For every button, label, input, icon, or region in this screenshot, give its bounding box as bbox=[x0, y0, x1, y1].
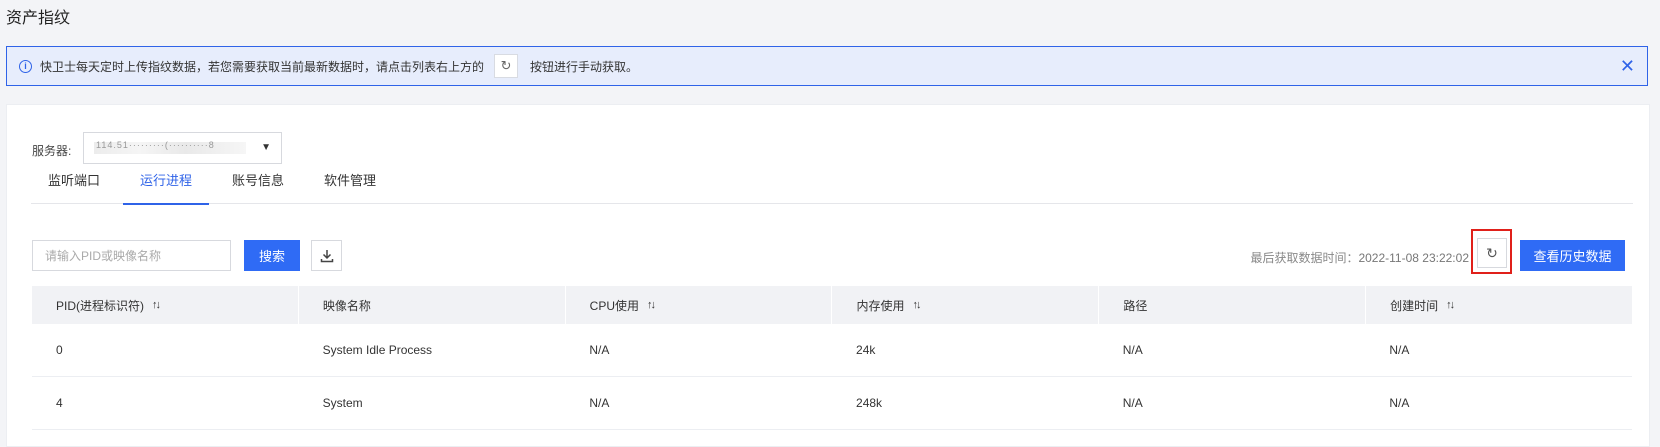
tab-listening-ports[interactable]: 监听端口 bbox=[31, 168, 117, 204]
cell-cpu: N/A bbox=[589, 396, 610, 410]
process-table: PID(进程标识符) ↑↓ 映像名称 CPU使用 ↑↓ 内存使用 ↑↓ 路径 创建时间… bbox=[32, 286, 1632, 430]
table-header: PID(进程标识符) ↑↓ 映像名称 CPU使用 ↑↓ 内存使用 ↑↓ 路径 创建时间… bbox=[32, 286, 1632, 324]
refresh-icon: ↻ bbox=[1486, 244, 1498, 261]
tab-running-processes[interactable]: 运行进程 bbox=[123, 168, 210, 205]
cell-image-name: System Idle Process bbox=[322, 343, 433, 357]
page-title: 资产指纹 bbox=[6, 10, 71, 27]
cell-pid: 0 bbox=[56, 343, 63, 357]
cell-path: N/A bbox=[1122, 396, 1143, 410]
refresh-highlight: ↻ bbox=[1471, 229, 1512, 274]
column-header-memory[interactable]: 内存使用 ↑↓ bbox=[832, 286, 1100, 324]
notice-text-before: 快卫士每天定时上传指纹数据，若您需要获取当前最新数据时，请点击列表右上方的 bbox=[40, 59, 485, 74]
cell-image-name: System bbox=[322, 396, 363, 410]
download-button[interactable] bbox=[311, 240, 342, 271]
refresh-button[interactable]: ↻ bbox=[1477, 238, 1507, 268]
cell-pid: 4 bbox=[56, 396, 63, 410]
main-card: 服务器: 114.51·········(··········8 ▼ 监听端口 … bbox=[6, 104, 1650, 447]
search-input[interactable] bbox=[32, 240, 231, 271]
cell-path: N/A bbox=[1122, 343, 1143, 357]
cell-cpu: N/A bbox=[589, 343, 610, 357]
column-header-image-name: 映像名称 bbox=[299, 286, 566, 324]
server-label: 服务器: bbox=[32, 144, 72, 158]
cell-created-time: N/A bbox=[1389, 343, 1410, 357]
download-icon bbox=[320, 249, 333, 262]
search-button[interactable]: 搜索 bbox=[244, 240, 300, 271]
column-header-path: 路径 bbox=[1099, 286, 1367, 324]
tab-account-info[interactable]: 账号信息 bbox=[215, 168, 301, 204]
column-header-pid[interactable]: PID(进程标识符) ↑↓ bbox=[32, 286, 299, 324]
notice-text-after: 按钮进行手动获取。 bbox=[530, 59, 639, 74]
info-notice: i 快卫士每天定时上传指纹数据，若您需要获取当前最新数据时，请点击列表右上方的 … bbox=[6, 46, 1648, 86]
sort-icon[interactable]: ↑↓ bbox=[913, 299, 922, 311]
cell-memory: 24k bbox=[856, 343, 876, 357]
sort-icon[interactable]: ↑↓ bbox=[647, 299, 656, 311]
cell-created-time: N/A bbox=[1389, 396, 1410, 410]
cell-memory: 248k bbox=[856, 396, 883, 410]
table-row: 4 System N/A 248k N/A N/A bbox=[32, 377, 1632, 430]
info-icon: i bbox=[19, 59, 32, 73]
tab-software-management[interactable]: 软件管理 bbox=[307, 168, 393, 204]
last-fetch-info: 最后获取数据时间：2022-11-08 23:22:02 bbox=[1250, 249, 1469, 266]
column-header-created-time[interactable]: 创建时间 ↑↓ bbox=[1366, 286, 1632, 324]
last-fetch-label: 最后获取数据时间： bbox=[1250, 251, 1359, 265]
close-icon[interactable]: ✕ bbox=[1620, 56, 1635, 76]
view-history-button[interactable]: 查看历史数据 bbox=[1520, 240, 1625, 271]
last-fetch-time: 2022-11-08 23:22:02 bbox=[1358, 251, 1469, 265]
server-value: 114.51·········(··········8 bbox=[96, 140, 215, 150]
table-row: 0 System Idle Process N/A 24k N/A N/A bbox=[32, 324, 1632, 377]
sort-icon[interactable]: ↑↓ bbox=[1446, 299, 1455, 311]
tab-bar: 监听端口 运行进程 账号信息 软件管理 bbox=[31, 168, 1633, 205]
sort-icon[interactable]: ↑↓ bbox=[152, 299, 161, 311]
server-select[interactable]: 114.51·········(··········8 ▼ bbox=[83, 132, 282, 164]
refresh-icon: ↻ bbox=[494, 54, 519, 78]
column-header-cpu[interactable]: CPU使用 ↑↓ bbox=[566, 286, 833, 324]
caret-down-icon: ▼ bbox=[261, 142, 271, 153]
